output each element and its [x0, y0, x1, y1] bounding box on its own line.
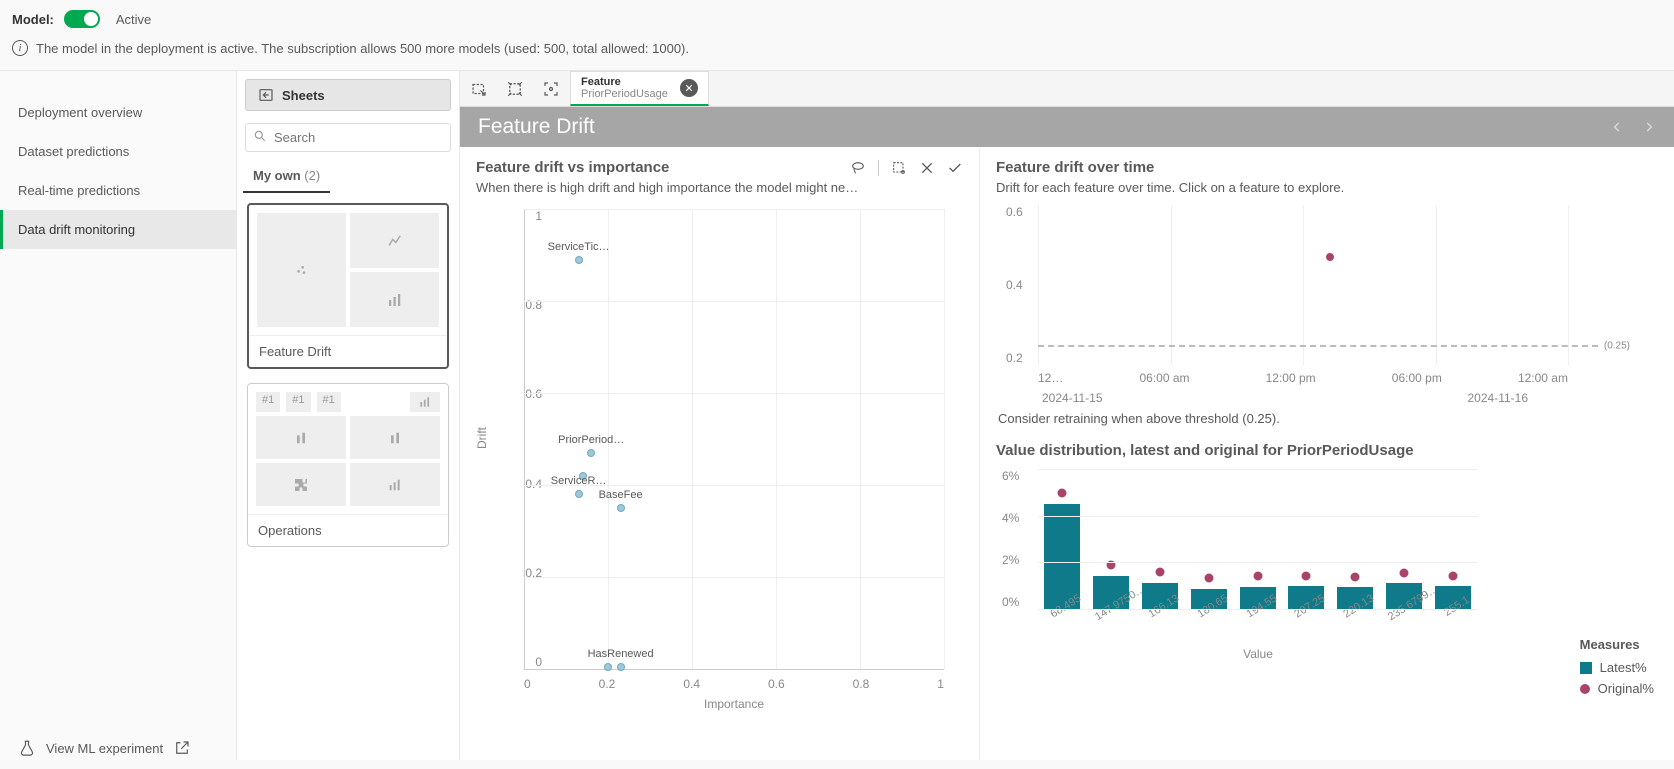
legend-title: Measures	[1580, 637, 1654, 652]
feature-tab-value: PriorPeriodUsage	[581, 88, 668, 100]
select-focus-icon[interactable]	[542, 80, 560, 98]
info-icon: i	[12, 40, 28, 56]
scatter-x-label: Importance	[524, 697, 944, 711]
select-expand-icon[interactable]	[506, 80, 524, 98]
nav-data-drift-monitoring[interactable]: Data drift monitoring	[0, 210, 236, 249]
barchart-title: Value distribution, latest and original …	[996, 442, 1658, 459]
sheets-myown-tab[interactable]: My own (2)	[243, 162, 330, 193]
nav-dataset-predictions[interactable]: Dataset predictions	[0, 132, 236, 171]
scatter-y-label: Drift	[475, 427, 489, 449]
bar-thumb-icon	[256, 416, 346, 459]
nav-deployment-overview[interactable]: Deployment overview	[0, 93, 236, 132]
time-date-left: 2024-11-15	[1042, 391, 1103, 405]
line-thumb-icon	[350, 213, 439, 268]
nav-realtime-predictions[interactable]: Real-time predictions	[0, 171, 236, 210]
main-area: Feature PriorPeriodUsage Feature Drift F…	[460, 71, 1674, 760]
view-ml-experiment-link[interactable]: View ML experiment	[18, 739, 191, 757]
confirm-icon[interactable]	[947, 160, 963, 176]
scatter-point-label: ServiceTic…	[548, 240, 610, 252]
select-rect-icon[interactable]	[470, 80, 488, 98]
time-date-right: 2024-11-16	[1468, 391, 1529, 405]
sheets-button[interactable]: Sheets	[245, 79, 451, 111]
page-title-banner: Feature Drift	[460, 107, 1674, 147]
puzzle-thumb-icon	[256, 463, 346, 506]
view-ml-experiment-label: View ML experiment	[46, 741, 163, 756]
bar-original-dot[interactable]	[1400, 569, 1409, 578]
bar-thumb-icon	[410, 392, 440, 412]
sheets-button-label: Sheets	[282, 88, 325, 103]
side-nav: Deployment overview Dataset predictions …	[0, 71, 236, 760]
scatter-point-label: ServiceR…	[551, 475, 607, 487]
scatter-chart-pane: Feature drift vs importance When there i…	[460, 147, 980, 760]
bar-original-dot[interactable]	[1302, 571, 1311, 580]
sheets-search-input[interactable]	[245, 123, 451, 152]
next-sheet-icon[interactable]	[1642, 120, 1656, 134]
bar-thumb-icon	[350, 463, 440, 506]
timechart-title: Feature drift over time	[996, 159, 1658, 176]
model-label: Model:	[12, 12, 54, 27]
subscription-info: The model in the deployment is active. T…	[36, 41, 689, 56]
scatter-point-label: PriorPeriod…	[558, 434, 624, 446]
sheet-thumb-feature-drift[interactable]: Feature Drift	[247, 203, 449, 369]
sheets-panel: Sheets My own (2)	[236, 71, 460, 760]
bar-plot[interactable]: 6%4%2%0% 68.495147.9750…166.13180.65194.…	[1038, 469, 1478, 609]
bar-thumb-icon	[350, 416, 440, 459]
cancel-icon[interactable]	[919, 160, 935, 176]
lasso-icon[interactable]	[850, 160, 866, 176]
scatter-point-label: HasRenewed	[588, 647, 654, 659]
scatter-point[interactable]	[575, 490, 583, 498]
page-title: Feature Drift	[478, 115, 595, 139]
scatter-point[interactable]	[617, 663, 625, 671]
feature-tab[interactable]: Feature PriorPeriodUsage	[570, 71, 709, 106]
external-link-icon	[173, 739, 191, 757]
bar-original-dot[interactable]	[1351, 572, 1360, 581]
barchart-legend: Measures Latest% Original%	[1580, 637, 1654, 702]
close-tab-button[interactable]	[680, 79, 698, 97]
sheet-thumb-label: Feature Drift	[249, 335, 447, 367]
scatter-point[interactable]	[617, 504, 625, 512]
retrain-note: Consider retraining when above threshold…	[998, 411, 1658, 426]
scatter-subtitle: When there is high drift and high import…	[476, 180, 963, 195]
barchart-x-label: Value	[1038, 647, 1478, 661]
select-box-icon[interactable]	[891, 160, 907, 176]
scatter-point[interactable]	[587, 449, 595, 457]
flask-icon	[18, 739, 36, 757]
bar-original-dot[interactable]	[1253, 571, 1262, 580]
legend-latest: Latest%	[1580, 660, 1654, 675]
sheet-thumb-operations[interactable]: #1 #1 #1 Operations	[247, 383, 449, 547]
back-panel-icon	[258, 87, 274, 103]
time-chart-section: Feature drift over time Drift for each f…	[996, 159, 1658, 442]
model-status-text: Active	[116, 12, 151, 27]
feature-tab-label: Feature	[581, 76, 668, 88]
bar-original-dot[interactable]	[1449, 571, 1458, 580]
scatter-point[interactable]	[575, 256, 583, 264]
bar-original-dot[interactable]	[1204, 573, 1213, 582]
threshold-label: (0.25)	[1604, 340, 1630, 351]
search-icon	[253, 129, 267, 143]
sheet-thumb-label: Operations	[248, 514, 448, 546]
time-plot[interactable]: 0.60.40.2 (0.25) 12…06:00 am12:00 pm06:0…	[1038, 205, 1568, 365]
time-point[interactable]	[1326, 253, 1334, 261]
close-icon	[684, 83, 694, 93]
bar-original-dot[interactable]	[1155, 568, 1164, 577]
model-active-toggle[interactable]	[64, 10, 100, 28]
scatter-plot[interactable]: 10.80.60.40.20 00.20.40.60.81 ServiceTic…	[524, 209, 944, 669]
scatter-thumb-icon	[257, 213, 346, 327]
scatter-point-label: BaseFee	[599, 489, 643, 501]
scatter-point[interactable]	[604, 663, 612, 671]
bar-chart-section: Value distribution, latest and original …	[996, 442, 1658, 661]
prev-sheet-icon[interactable]	[1610, 120, 1624, 134]
timechart-subtitle: Drift for each feature over time. Click …	[996, 180, 1658, 195]
bar-thumb-icon	[350, 272, 439, 327]
scatter-title: Feature drift vs importance	[476, 159, 669, 176]
bar-original-dot[interactable]	[1058, 488, 1067, 497]
legend-original: Original%	[1580, 681, 1654, 696]
